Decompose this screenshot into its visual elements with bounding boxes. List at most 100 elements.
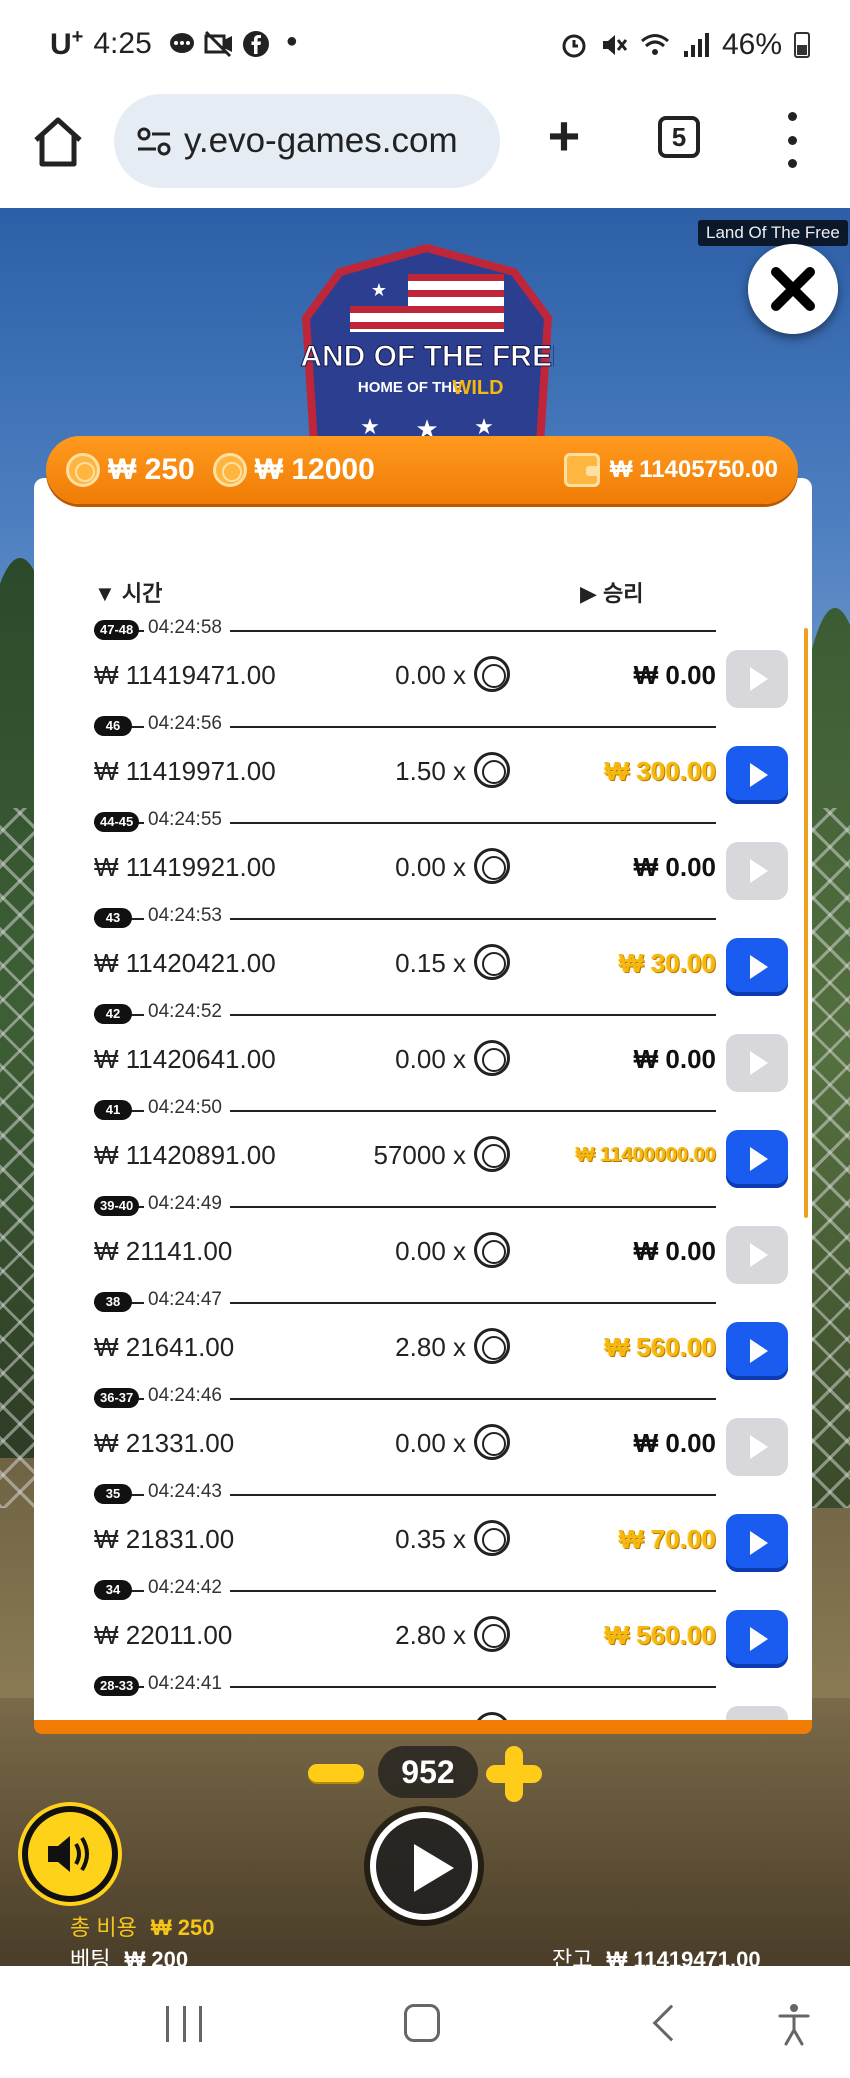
coin-total-info: ₩ 12000	[212, 453, 375, 487]
history-row: 38 04:24:47 ₩ 21641.00 2.80 x ₩ 560.00	[34, 1286, 812, 1382]
browser-toolbar: y.evo-games.com + 5	[0, 92, 850, 208]
replay-button[interactable]	[726, 1130, 788, 1188]
spin-balance: ₩ 21141.00	[94, 1236, 233, 1266]
logo-title: LAND OF THE FREE	[300, 340, 554, 373]
facebook-icon	[242, 31, 269, 57]
status-left: U+ 4:25 ●	[50, 26, 298, 62]
spin-number-badge: 47-48	[94, 620, 140, 640]
history-row: 43 04:24:53 ₩ 11420421.00 0.15 x ₩ 30.00	[34, 902, 812, 998]
coin-icon	[474, 1616, 510, 1652]
replay-button[interactable]	[726, 938, 788, 996]
spin-win-amount: ₩ 300.00	[604, 756, 716, 786]
history-row: 42 04:24:52 ₩ 11420641.00 0.00 x ₩ 0.00	[34, 998, 812, 1094]
replay-button[interactable]	[726, 1514, 788, 1572]
spin-number-badge: 42	[94, 1004, 132, 1024]
battery-icon	[794, 32, 810, 58]
status-bar: U+ 4:25 ● 46%	[0, 0, 850, 92]
spin-win-amount: ₩ 0.00	[633, 660, 716, 690]
spin-number-badge: 39-40	[94, 1196, 140, 1216]
spin-win-amount: ₩ 70.00	[619, 1524, 716, 1554]
bet-decrease-button[interactable]	[308, 1764, 364, 1782]
spin-win-amount: ₩ 0.00	[633, 1428, 716, 1458]
spin-number-badge: 46	[94, 716, 132, 736]
replay-button	[726, 1226, 788, 1284]
spin-multiplier: 1.50 x	[395, 756, 466, 786]
spin-time: 04:24:41	[144, 1673, 230, 1695]
replay-button	[726, 650, 788, 708]
recent-apps-icon[interactable]	[166, 2006, 202, 2042]
spin-number-badge: 28-33	[94, 1676, 140, 1696]
spin-win-amount: ₩ 560.00	[604, 1332, 716, 1362]
spin-win-amount: ₩ 30.00	[619, 948, 716, 978]
spin-win-amount: ₩ 11400000.00	[575, 1144, 716, 1166]
spin-win-amount: ₩ 560.00	[604, 1620, 716, 1650]
coin-icon	[474, 656, 510, 692]
history-header: ▼ 시간 ▶ 승리	[94, 576, 694, 606]
sound-toggle-button[interactable]	[22, 1806, 118, 1902]
panel-bottom-border	[34, 1720, 812, 1734]
coin-icon	[474, 848, 510, 884]
spin-time: 04:24:47	[144, 1289, 230, 1311]
spin-balance: ₩ 22011.00	[94, 1620, 233, 1650]
battery-percent: 46%	[721, 28, 782, 61]
spin-number-badge: 38	[94, 1292, 132, 1312]
balance-info: 잔고 ₩ 11419471.00	[552, 1947, 761, 1966]
logo-subtitle: HOME OF THE	[358, 379, 462, 396]
back-icon[interactable]	[652, 2004, 690, 2042]
muted-video-icon	[204, 30, 232, 58]
history-row: 47-48 04:24:58 ₩ 11419471.00 0.00 x ₩ 0.00	[34, 614, 812, 710]
spin-balance: ₩ 21641.00	[94, 1332, 235, 1362]
spin-time: 04:24:43	[144, 1481, 230, 1503]
sort-win-column[interactable]: ▶ 승리	[580, 576, 644, 608]
history-row: 44-45 04:24:55 ₩ 11419921.00 0.00 x ₩ 0.00	[34, 806, 812, 902]
coin-icon	[474, 1040, 510, 1076]
system-home-icon[interactable]	[404, 2004, 440, 2042]
coin-bet-info: ₩ 250	[66, 453, 195, 487]
spin-multiplier: 57000 x	[373, 1140, 466, 1170]
wallet-icon	[563, 453, 600, 487]
home-icon[interactable]	[30, 114, 86, 170]
coin-icon	[474, 1424, 510, 1460]
bet-increase-button[interactable]	[486, 1746, 542, 1802]
spin-time: 04:24:58	[144, 617, 230, 639]
spin-multiplier: 0.00 x	[395, 1236, 466, 1266]
spin-time: 04:24:50	[144, 1097, 230, 1119]
replay-button[interactable]	[726, 1610, 788, 1668]
close-icon[interactable]	[748, 244, 838, 334]
coin-icon	[474, 1520, 510, 1556]
svg-text:★: ★	[371, 280, 387, 301]
history-row: 34 04:24:42 ₩ 22011.00 2.80 x ₩ 560.00	[34, 1574, 812, 1670]
url-bar[interactable]: y.evo-games.com	[114, 94, 500, 188]
spin-number-badge: 34	[94, 1580, 132, 1600]
spin-balance: ₩ 21331.00	[94, 1428, 235, 1458]
spin-multiplier: 0.15 x	[395, 948, 466, 978]
spin-time: 04:24:55	[144, 809, 230, 831]
history-panel: ▼ 시간 ▶ 승리 47-48 04:24:58 ₩ 11419471.00 0.00…	[34, 478, 812, 1730]
spin-win-amount: ₩ 0.00	[633, 1044, 716, 1074]
spin-time: 04:24:53	[144, 905, 230, 927]
mute-icon	[602, 35, 628, 55]
accessibility-icon[interactable]	[776, 2002, 812, 2046]
url-text: y.evo-games.com	[184, 121, 458, 160]
browser-menu-icon[interactable]	[780, 112, 804, 168]
signal-icon	[683, 33, 709, 57]
replay-button[interactable]	[726, 746, 788, 804]
sort-time-column[interactable]: ▼ 시간	[94, 576, 162, 608]
site-settings-icon[interactable]	[134, 121, 174, 161]
background-fence	[810, 808, 850, 1508]
coin-icon	[474, 1136, 510, 1172]
replay-button[interactable]	[726, 1322, 788, 1380]
speaker-icon	[48, 1836, 89, 1872]
carrier-label: U+	[50, 26, 84, 61]
new-tab-icon[interactable]: +	[540, 108, 588, 164]
spin-time: 04:24:46	[144, 1385, 230, 1407]
tab-switcher-button[interactable]: 5	[658, 116, 700, 158]
clock: 4:25	[93, 27, 152, 60]
coin-icon	[212, 453, 247, 487]
total-cost-info: 총 비용 ₩ 250	[70, 1915, 215, 1940]
alarm-icon	[562, 34, 586, 58]
spin-button[interactable]	[370, 1812, 478, 1920]
spin-multiplier: 0.00 x	[395, 852, 466, 882]
history-row: 36-37 04:24:46 ₩ 21331.00 0.00 x ₩ 0.00	[34, 1382, 812, 1478]
spin-win-amount: ₩ 0.00	[633, 852, 716, 882]
